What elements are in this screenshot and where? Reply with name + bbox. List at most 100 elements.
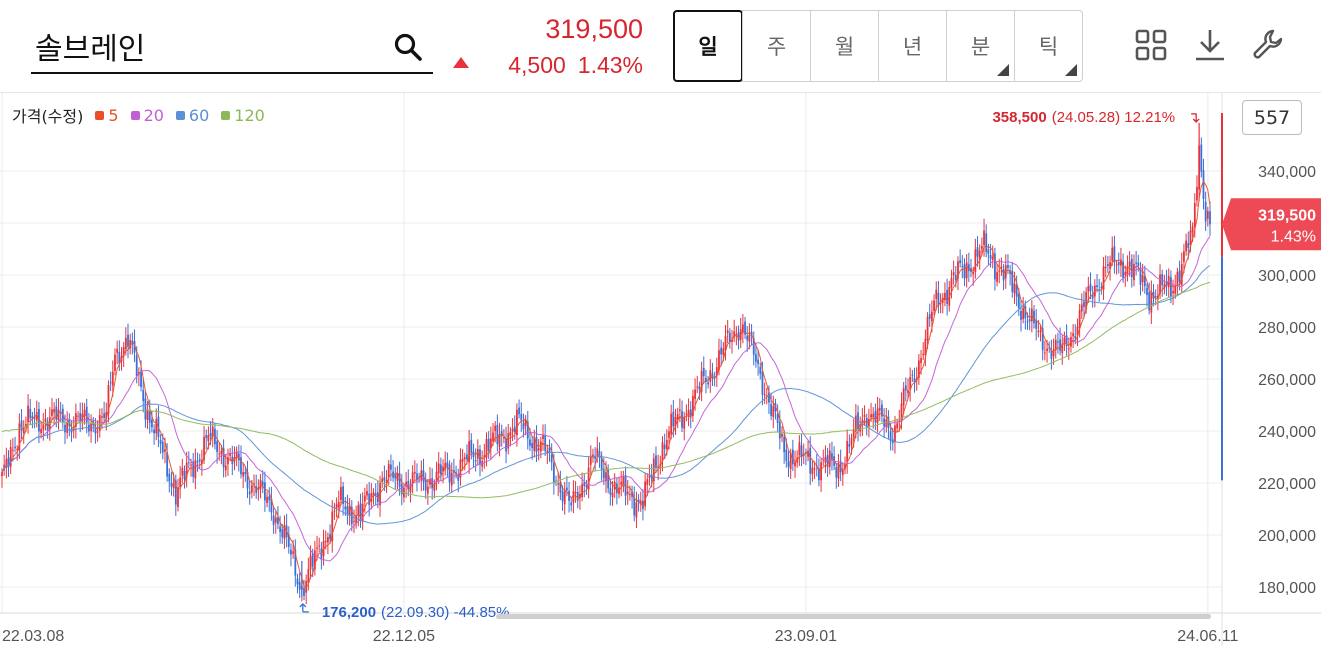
bar-count-box[interactable]: 557 (1242, 100, 1302, 135)
high-annotation: 358,500 (24.05.28) 12.21% (992, 109, 1175, 126)
candle-body (448, 464, 451, 483)
candle-body (474, 460, 477, 462)
price-change: 4,500 1.43% (460, 52, 643, 79)
candle-body (509, 432, 512, 436)
legend-ma120-label: 120 (234, 105, 265, 125)
stock-name[interactable]: 솔브레인 (35, 24, 145, 68)
candle-body (101, 416, 103, 418)
last-price-label: 319,500 (1258, 207, 1316, 224)
period-tab-4[interactable]: 분 (946, 11, 1014, 81)
stock-search-field[interactable]: 솔브레인 (31, 20, 433, 74)
candle-body (946, 289, 949, 304)
candle-body (183, 470, 186, 479)
candle-body (366, 491, 368, 496)
candle-body (220, 450, 223, 455)
candle-body (44, 418, 47, 422)
period-tab-label: 주 (766, 35, 787, 59)
period-tabs: 일 주월년분틱 (673, 10, 1083, 82)
candle-body (400, 484, 403, 495)
candlestick-chart[interactable]: 340,000320,000300,000280,000260,000240,0… (0, 93, 1321, 646)
period-tab-2[interactable]: 월 (810, 11, 878, 81)
period-tab-5[interactable]: 틱 (1014, 11, 1082, 81)
candle-body (596, 448, 599, 456)
candle-body (190, 464, 192, 466)
candle-body (144, 398, 147, 420)
y-tick-label: 280,000 (1258, 320, 1316, 337)
candle-body (611, 492, 614, 497)
candle-body (244, 472, 247, 475)
candle-body (557, 483, 560, 485)
download-icon[interactable] (1193, 28, 1227, 62)
candle-body (996, 272, 998, 282)
period-tab-label: 틱 (1038, 35, 1059, 59)
candle-body (335, 504, 338, 509)
candle-body (1128, 261, 1131, 267)
candle-body (537, 448, 540, 451)
candle-body (1039, 330, 1042, 332)
candle-body (811, 467, 814, 475)
candle-body (53, 409, 56, 413)
candle-body (576, 492, 579, 501)
candle-body (1072, 333, 1075, 337)
candle-body (870, 414, 872, 418)
candle-body (494, 425, 497, 431)
candle-body (114, 354, 116, 371)
candle-body (1106, 264, 1109, 266)
candle-body (1002, 269, 1005, 281)
current-price: 319,500 (545, 14, 643, 44)
period-tab-3[interactable]: 년 (878, 11, 946, 81)
candle-body (318, 545, 321, 547)
grid-icon[interactable] (1134, 28, 1168, 62)
candle-body (344, 506, 347, 510)
candle-body (187, 462, 190, 464)
candle-body (848, 444, 851, 447)
candle-body (116, 348, 119, 353)
candle-body (387, 464, 390, 478)
candle-body (589, 456, 592, 465)
candle-body (1087, 286, 1090, 292)
candle-body (1146, 287, 1148, 296)
candle-body (550, 454, 553, 463)
period-tab-1[interactable]: 주 (742, 11, 810, 81)
candle-body (383, 476, 386, 481)
candle-body (20, 420, 23, 431)
candle-body (42, 424, 45, 430)
chart-scrollbar[interactable] (496, 614, 1211, 619)
candle-body (1172, 290, 1174, 294)
candle-body (194, 460, 197, 479)
candle-body (1078, 310, 1081, 329)
candle-body (127, 334, 129, 347)
y-tick-label: 220,000 (1258, 476, 1316, 493)
search-icon[interactable] (393, 32, 423, 62)
candle-body (1083, 301, 1085, 307)
candle-body (574, 492, 577, 494)
candle-body (309, 555, 312, 570)
legend-ma5-dot (95, 110, 105, 120)
candle-body (66, 422, 69, 433)
candle-body (103, 413, 106, 418)
candle-body (168, 473, 171, 482)
candle-body (933, 300, 935, 311)
legend-ma5: 5 (95, 105, 119, 125)
candle-body (1178, 270, 1181, 282)
candle-body (151, 419, 153, 428)
candle-body (698, 386, 701, 390)
candle-body (40, 428, 43, 434)
candle-body (450, 472, 453, 486)
candle-body (1206, 210, 1209, 219)
candle-body (79, 412, 82, 421)
period-tab-label: 일 (698, 35, 718, 59)
candle-body (268, 496, 271, 501)
legend-ma20-dot (130, 110, 140, 120)
candle-body (55, 406, 58, 420)
candle-body (439, 464, 442, 475)
period-tab-0[interactable]: 일 (673, 10, 743, 82)
y-tick-label: 300,000 (1258, 268, 1316, 285)
candle-body (761, 371, 764, 395)
legend-ma5-label: 5 (108, 105, 119, 125)
candle-body (683, 416, 686, 429)
wrench-icon[interactable] (1251, 28, 1285, 62)
candle-body (1117, 261, 1120, 266)
candle-body (140, 370, 142, 388)
candle-body (902, 388, 905, 406)
